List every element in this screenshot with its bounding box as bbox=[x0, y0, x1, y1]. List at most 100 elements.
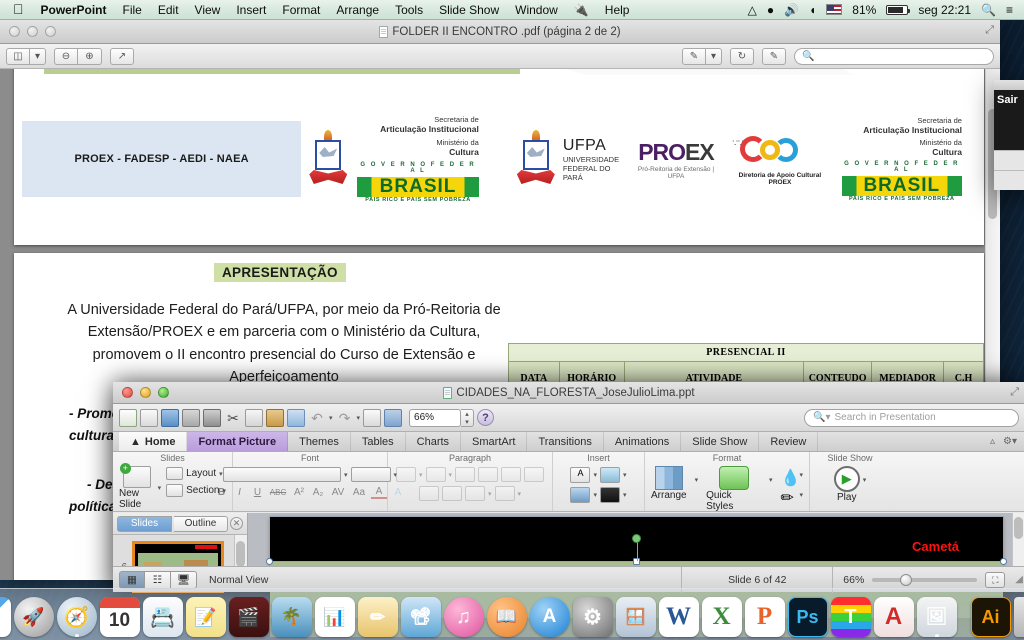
sidebar-toggle-icon[interactable]: ◫ bbox=[6, 47, 30, 65]
align-left-icon[interactable] bbox=[478, 467, 499, 482]
bullets-dropdown-icon[interactable]: ▾ bbox=[419, 471, 423, 479]
ppt-window-controls[interactable] bbox=[113, 387, 169, 398]
dock-item-launchpad[interactable] bbox=[13, 597, 54, 637]
play-button[interactable]: ▶ Play bbox=[833, 466, 860, 503]
fit-to-window-icon[interactable]: ⛶ bbox=[985, 571, 1006, 588]
font-size-input[interactable] bbox=[350, 467, 391, 482]
background-window[interactable]: Sair bbox=[994, 80, 1024, 190]
line-spacing-icon[interactable] bbox=[464, 486, 485, 501]
strikethrough-button[interactable]: ABC bbox=[268, 488, 288, 497]
tab-slide-show[interactable]: Slide Show bbox=[681, 432, 760, 451]
normal-view-icon[interactable]: ▦ bbox=[119, 570, 145, 589]
menu-item-edit[interactable]: Edit bbox=[150, 3, 187, 17]
toolbar-zoom-stepper[interactable]: ▴ ▾ bbox=[461, 408, 475, 427]
resize-handle-bottom-left[interactable] bbox=[266, 558, 273, 565]
window-resize-grip[interactable]: ◢ bbox=[1015, 574, 1023, 585]
canvas-scrollbar-thumb[interactable] bbox=[1014, 517, 1023, 539]
redo-icon[interactable]: ↷ bbox=[336, 409, 354, 427]
fill-dropdown-icon[interactable]: ▾ bbox=[799, 471, 803, 479]
menu-item-tools[interactable]: Tools bbox=[387, 3, 431, 17]
dock-item-ibooks[interactable] bbox=[486, 597, 527, 637]
menu-item-slide-show[interactable]: Slide Show bbox=[431, 3, 507, 17]
menu-bluetooth-icon[interactable]: 🔌 bbox=[566, 3, 597, 17]
powerpoint-window[interactable]: CIDADES_NA_FLORESTA_JoseJulioLima.ppt ⤢ … bbox=[113, 382, 1024, 637]
sidebar-dropdown-icon[interactable]: ▾ bbox=[30, 47, 46, 65]
dock-item-calendar[interactable]: 10 bbox=[99, 597, 140, 637]
menu-item-view[interactable]: View bbox=[187, 3, 229, 17]
menu-clock[interactable]: seg 22:21 bbox=[913, 3, 976, 17]
font-name-dropdown-icon[interactable]: ▾ bbox=[344, 471, 348, 479]
new-slide-button[interactable]: + New Slide bbox=[119, 463, 155, 510]
highlight-icon[interactable]: ✎ bbox=[682, 47, 706, 65]
dock-item-finder[interactable] bbox=[0, 597, 11, 637]
tab-themes[interactable]: Themes bbox=[288, 432, 351, 451]
menu-app-name[interactable]: PowerPoint bbox=[33, 3, 115, 17]
italic-button[interactable]: I bbox=[232, 487, 247, 498]
columns-icon[interactable] bbox=[455, 467, 476, 482]
tab-tables[interactable]: Tables bbox=[351, 432, 406, 451]
share-icon[interactable]: ↗ bbox=[110, 47, 134, 65]
close-icon[interactable]: ✕ bbox=[230, 517, 243, 530]
fullscreen-icon[interactable]: ⤢ bbox=[985, 24, 994, 37]
bullets-icon[interactable] bbox=[395, 467, 416, 482]
font-color-button[interactable]: A bbox=[371, 486, 387, 499]
dock-item-imovie[interactable] bbox=[228, 597, 269, 637]
close-button[interactable] bbox=[122, 387, 133, 398]
tab-slides[interactable]: Slides bbox=[117, 515, 172, 532]
text-box-icon[interactable]: A bbox=[570, 467, 591, 483]
wifi-icon[interactable]: ◖ bbox=[804, 3, 821, 17]
presenter-view-icon[interactable]: 🖥 bbox=[171, 570, 197, 589]
arrange-dropdown-icon[interactable]: ▾ bbox=[695, 476, 699, 484]
menu-item-format[interactable]: Format bbox=[274, 3, 328, 17]
minimize-button[interactable] bbox=[27, 26, 38, 37]
undo-dropdown-icon[interactable]: ▾ bbox=[329, 414, 333, 422]
minimize-button[interactable] bbox=[140, 387, 151, 398]
dock-item-autocad[interactable]: A bbox=[873, 597, 914, 637]
line-spacing-dropdown-icon[interactable]: ▾ bbox=[488, 490, 492, 498]
line-color-button[interactable]: ✏ ▾ bbox=[780, 488, 803, 507]
numbering-icon[interactable] bbox=[425, 467, 446, 482]
insert-picture-dropdown-icon[interactable]: ▾ bbox=[623, 471, 627, 479]
insert-chart-icon[interactable] bbox=[384, 408, 403, 427]
background-window-button-2[interactable] bbox=[994, 170, 1024, 190]
insert-shape-icon[interactable] bbox=[570, 487, 591, 503]
pdf-search-input[interactable]: 🔍 bbox=[794, 47, 994, 65]
dock-item-itunes[interactable] bbox=[443, 597, 484, 637]
dock-item-notes[interactable] bbox=[185, 597, 226, 637]
collapse-ribbon-icon[interactable]: ▵ bbox=[990, 436, 995, 447]
background-window-button[interactable] bbox=[994, 150, 1024, 170]
fill-color-button[interactable]: 💧 ▾ bbox=[780, 468, 803, 487]
numbering-dropdown-icon[interactable]: ▾ bbox=[449, 471, 453, 479]
spotlight-search-icon[interactable]: 🔍 bbox=[976, 3, 1001, 17]
insert-media-icon[interactable] bbox=[600, 487, 620, 503]
cut-icon[interactable]: ✂ bbox=[224, 409, 242, 427]
paste-icon[interactable] bbox=[266, 408, 284, 427]
slides-pane-scrollbar[interactable] bbox=[234, 535, 247, 567]
text-box-dropdown-icon[interactable]: ▾ bbox=[593, 471, 597, 479]
highlight-dropdown-icon[interactable]: ▾ bbox=[706, 47, 722, 65]
background-window-titlebar[interactable] bbox=[994, 80, 1024, 90]
dock-item-iphoto[interactable] bbox=[271, 597, 312, 637]
quick-styles-button[interactable]: Quick Styles bbox=[706, 466, 761, 512]
menu-item-help[interactable]: Help bbox=[597, 3, 638, 17]
browser-icon[interactable]: ● bbox=[762, 3, 779, 17]
dock-item-illustrator[interactable]: Ai bbox=[970, 597, 1011, 637]
menu-item-window[interactable]: Window bbox=[507, 3, 566, 17]
battery-icon[interactable] bbox=[881, 4, 913, 15]
dock-item-keynote[interactable] bbox=[400, 597, 441, 637]
zoom-slider-knob[interactable] bbox=[900, 573, 913, 586]
slides-pane-scrollbar-thumb[interactable] bbox=[236, 541, 245, 567]
dock-item-preview[interactable] bbox=[916, 597, 957, 637]
dock-item-trash[interactable] bbox=[1013, 597, 1024, 637]
markup-icon[interactable]: ✎ bbox=[762, 47, 786, 65]
menu-item-insert[interactable]: Insert bbox=[228, 3, 274, 17]
zoom-slider[interactable] bbox=[872, 573, 978, 586]
zoom-out-icon[interactable]: ⊖ bbox=[54, 47, 78, 65]
align-center-icon[interactable] bbox=[501, 467, 522, 482]
insert-picture-icon[interactable] bbox=[600, 467, 620, 483]
tab-format-picture[interactable]: Format Picture bbox=[187, 432, 289, 451]
zoom-button[interactable] bbox=[158, 387, 169, 398]
text-direction-icon[interactable] bbox=[494, 486, 515, 501]
toolbar-zoom-value[interactable]: 66% bbox=[409, 408, 462, 427]
layout-button[interactable]: Layout ▾ bbox=[166, 467, 226, 480]
